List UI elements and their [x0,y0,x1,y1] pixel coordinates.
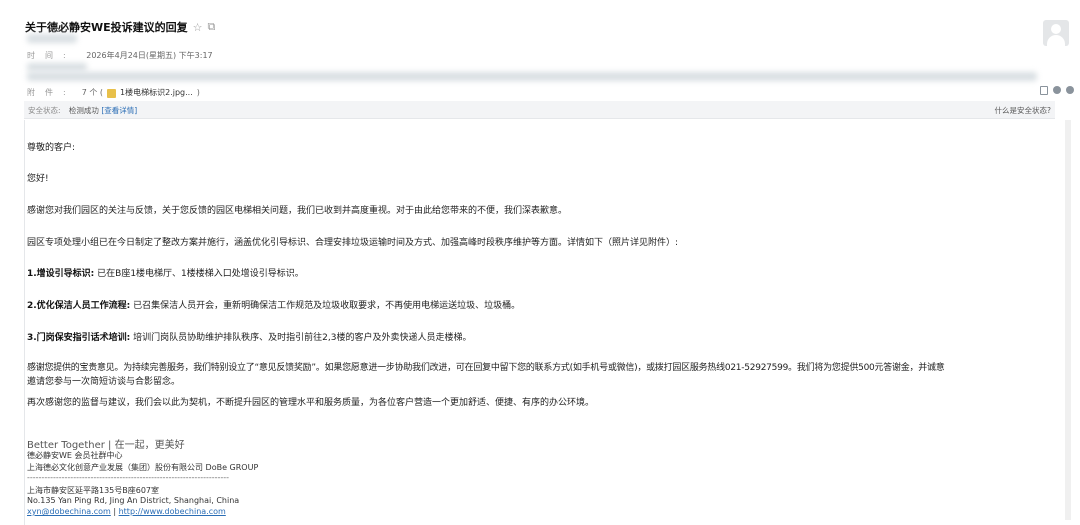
greeting: 尊敬的客户: [27,143,76,153]
hello: 您好! [27,174,49,184]
attachment-count: 7 个 ( [81,88,103,97]
attachment-close: ) [196,88,200,97]
signature-org-1: 德必静安WE 会员社群中心 [27,451,123,460]
signature-divider: ----------------------------------------… [27,473,230,482]
time-row: 时间: 2026年4月24日(星期五) 下午3:17 [27,50,213,61]
subject-text: 关于德必静安WE投诉建议的回复 [25,21,188,34]
item-3-text: 培训门岗队员协助维护排队秩序、及时指引前往2,3楼的客户及外卖快递人员走楼梯。 [133,333,472,343]
paragraph-2: 园区专项处理小组已在今日制定了整改方案并施行，涵盖优化引导标识、合理安排垃圾运输… [27,238,679,248]
item-1-title: 1.增设引导标识: [27,269,95,279]
item-1-text: 已在B座1楼电梯厅、1楼楼梯入口处增设引导标识。 [97,269,304,279]
security-status: 安全状态: 检测成功 [查看详情] [28,105,137,116]
signature-org-2: 上海德必文化创意产业发展（集团）股份有限公司 DoBe GROUP [27,463,259,472]
item-3: 3.门岗保安指引话术培训: 培训门岗队员协助维护排队秩序、及时指引前往2,3楼的… [27,330,471,343]
time-label: 时间: [27,51,76,60]
mail-header: 关于德必静安WE投诉建议的回复 ☆ ⧉ 时间: 2026年4月24日(星期五) … [0,0,1080,120]
redacted-sender [27,34,77,43]
item-2: 2.优化保洁人员工作流程: 已召集保洁人员开会，重新明确保洁工作规范及垃圾收取要… [27,298,520,311]
redacted-recipients-label [27,63,87,71]
attachment-row: 附件: 7 个 ( 1楼电梯标识2.jpg... ) [27,87,200,98]
paragraph-3-line-1: 感谢您提供的宝贵意见。为持续完善服务，我们特别设立了“意见反馈奖励”。如果您愿意… [27,363,945,373]
item-1: 1.增设引导标识: 已在B座1楼电梯厅、1楼楼梯入口处增设引导标识。 [27,266,304,279]
item-3-title: 3.门岗保安指引话术培训: [27,333,131,343]
website-link[interactable]: http://www.dobechina.com [119,507,226,516]
paragraph-4: 再次感谢您的监督与建议，我们会以此为契机，不断提升园区的管理水平和服务质量，为各… [27,398,595,408]
security-details-link[interactable]: [查看详情] [101,106,137,115]
contact-separator: | [110,507,119,516]
image-file-icon [107,89,116,98]
security-help-link[interactable]: 什么是安全状态? [995,105,1051,116]
security-bar: 安全状态: 检测成功 [查看详情] 什么是安全状态? [24,101,1055,119]
signature-address-cn: 上海市静安区延平路135号B座607室 [27,486,160,495]
attachment-link[interactable]: 1楼电梯标识2.jpg... [120,87,193,98]
email-link[interactable]: xyn@dobechina.com [27,507,111,516]
toolbar-icons [1040,86,1074,95]
attachment-label: 附件: [27,88,76,97]
item-2-title: 2.优化保洁人员工作流程: [27,301,131,311]
signature-tagline: Better Together | 在一起，更美好 [27,440,185,451]
circle-icon[interactable] [1053,86,1061,94]
security-label: 安全状态: [28,106,61,115]
star-icon[interactable]: ☆ [193,21,203,34]
paragraph-3-line-2: 邀请您参与一次简短访谈与合影留念。 [27,377,181,387]
more-icon[interactable] [1066,86,1074,94]
sender-avatar[interactable] [1043,20,1069,46]
signature-address-en: No.135 Yan Ping Rd, Jing An District, Sh… [27,496,240,505]
signature-contacts: xyn@dobechina.com | http://www.dobechina… [27,507,226,516]
popout-window-icon[interactable]: ⧉ [208,20,216,34]
redacted-recipients [27,72,1037,81]
paragraph-1: 感谢您对我们园区的关注与反馈，关于您反馈的园区电梯相关问题，我们已收到并高度重视… [27,206,568,216]
scrollbar[interactable] [1065,120,1071,520]
item-2-text: 已召集保洁人员开会，重新明确保洁工作规范及垃圾收取要求，不再使用电梯运送垃圾、垃… [133,301,521,311]
time-value: 2026年4月24日(星期五) 下午3:17 [86,51,213,60]
mail-subject: 关于德必静安WE投诉建议的回复 ☆ ⧉ [25,19,215,35]
security-result: 检测成功 [68,106,99,115]
note-icon[interactable] [1040,86,1048,95]
